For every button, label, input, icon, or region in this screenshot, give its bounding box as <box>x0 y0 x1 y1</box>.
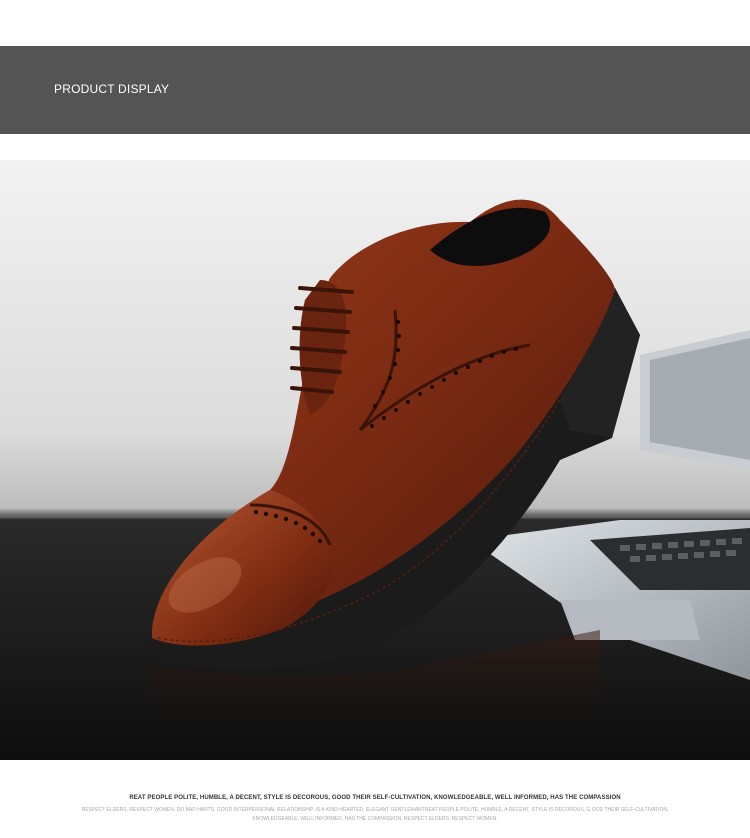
caption-main: REAT PEOPLE POLITE, HUMBLE, A DECENT, ST… <box>129 795 621 801</box>
header-bar: PRODUCT DISPLAY <box>0 46 750 134</box>
caption-sub: RESPECT ELDERS, RESPECT WOMEN, DO BAD HA… <box>81 807 669 822</box>
header-title: PRODUCT DISPLAY <box>54 82 170 96</box>
product-photo-illustration <box>0 160 750 760</box>
caption: REAT PEOPLE POLITE, HUMBLE, A DECENT, ST… <box>0 795 750 824</box>
product-photo <box>0 160 750 760</box>
